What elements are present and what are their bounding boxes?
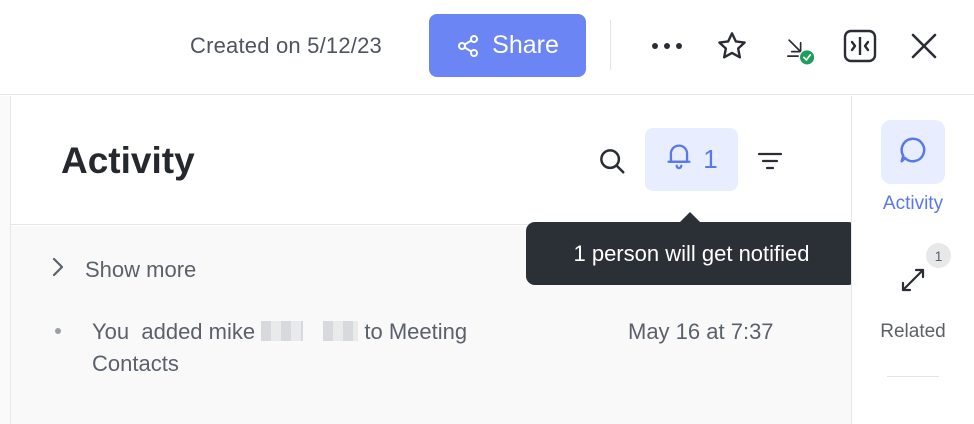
notify-count: 1 — [703, 144, 718, 174]
bullet-icon — [55, 328, 61, 334]
rail-related-label[interactable]: Related — [852, 321, 974, 343]
related-count-badge: 1 — [926, 243, 951, 268]
arrows-icon — [899, 266, 927, 299]
more-icon[interactable] — [647, 26, 687, 66]
chevron-right-icon — [51, 256, 65, 283]
activity-text: You added mike to Meeting Contacts — [92, 316, 522, 380]
collapse-panel-icon[interactable] — [840, 26, 880, 66]
activity-actor: You — [92, 319, 130, 344]
show-more-button[interactable]: Show more — [51, 256, 196, 283]
share-icon — [456, 34, 480, 58]
activity-timestamp: May 16 at 7:37 — [628, 319, 774, 344]
right-rail: Activity 1 Related — [851, 96, 974, 424]
bell-icon — [665, 141, 693, 178]
rail-activity-button[interactable] — [881, 120, 945, 184]
rail-related-button[interactable] — [891, 260, 935, 304]
notify-tooltip: 1 person will get notified — [526, 222, 857, 285]
rail-activity-label[interactable]: Activity — [852, 193, 974, 215]
show-more-label: Show more — [85, 256, 197, 282]
tooltip-text: 1 person will get notified — [573, 240, 810, 266]
chat-bubble-icon — [898, 135, 928, 170]
search-icon[interactable] — [595, 144, 629, 178]
share-label: Share — [492, 31, 559, 59]
download-done-icon[interactable] — [776, 26, 816, 66]
created-date: Created on 5/12/23 — [190, 33, 382, 58]
share-button[interactable]: Share — [429, 14, 586, 77]
redacted-block — [323, 321, 359, 341]
redacted-block — [261, 321, 304, 341]
close-icon[interactable] — [904, 26, 944, 66]
toolbar-divider — [610, 20, 611, 70]
filter-icon[interactable] — [753, 144, 787, 178]
activity-header: Activity 1 — [11, 96, 851, 225]
rail-divider — [887, 376, 939, 377]
notify-button[interactable]: 1 — [645, 128, 738, 191]
left-gutter — [0, 96, 11, 424]
activity-action: added mike — [141, 319, 256, 344]
star-icon[interactable] — [712, 26, 752, 66]
top-bar: Created on 5/12/23 Share — [0, 0, 974, 95]
page-title: Activity — [61, 140, 195, 181]
